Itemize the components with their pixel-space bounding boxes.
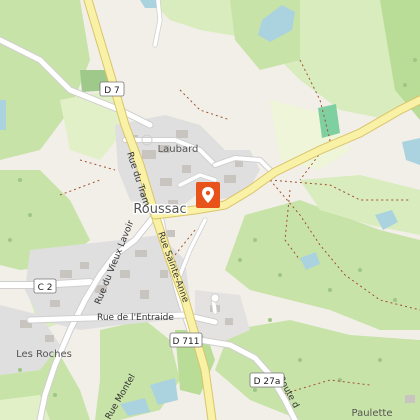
map-view[interactable]: Laubard Roussac Les Roches Paulette Rue … (0, 0, 420, 420)
place-label-paulette: Paulette (352, 408, 393, 419)
road-shield-d7: D 7 (99, 81, 125, 97)
road-shield-d27a: D 27a (249, 372, 285, 388)
turning-circle (210, 293, 220, 303)
road-shield-d711: D 711 (169, 332, 203, 348)
svg-text:D 7: D 7 (104, 86, 120, 96)
place-label-laubard: Laubard (158, 144, 199, 155)
road-shield-c2: C 2 (33, 278, 57, 294)
svg-text:C 2: C 2 (38, 283, 53, 293)
svg-text:D 27a: D 27a (254, 377, 281, 387)
location-marker[interactable] (196, 182, 220, 208)
street-label-rue-de-lentraide: Rue de l'Entraide (97, 313, 174, 323)
map-canvas[interactable]: Laubard Roussac Les Roches Paulette Rue … (0, 0, 420, 420)
svg-text:D 711: D 711 (173, 337, 200, 347)
place-label-les-roches: Les Roches (16, 349, 72, 360)
